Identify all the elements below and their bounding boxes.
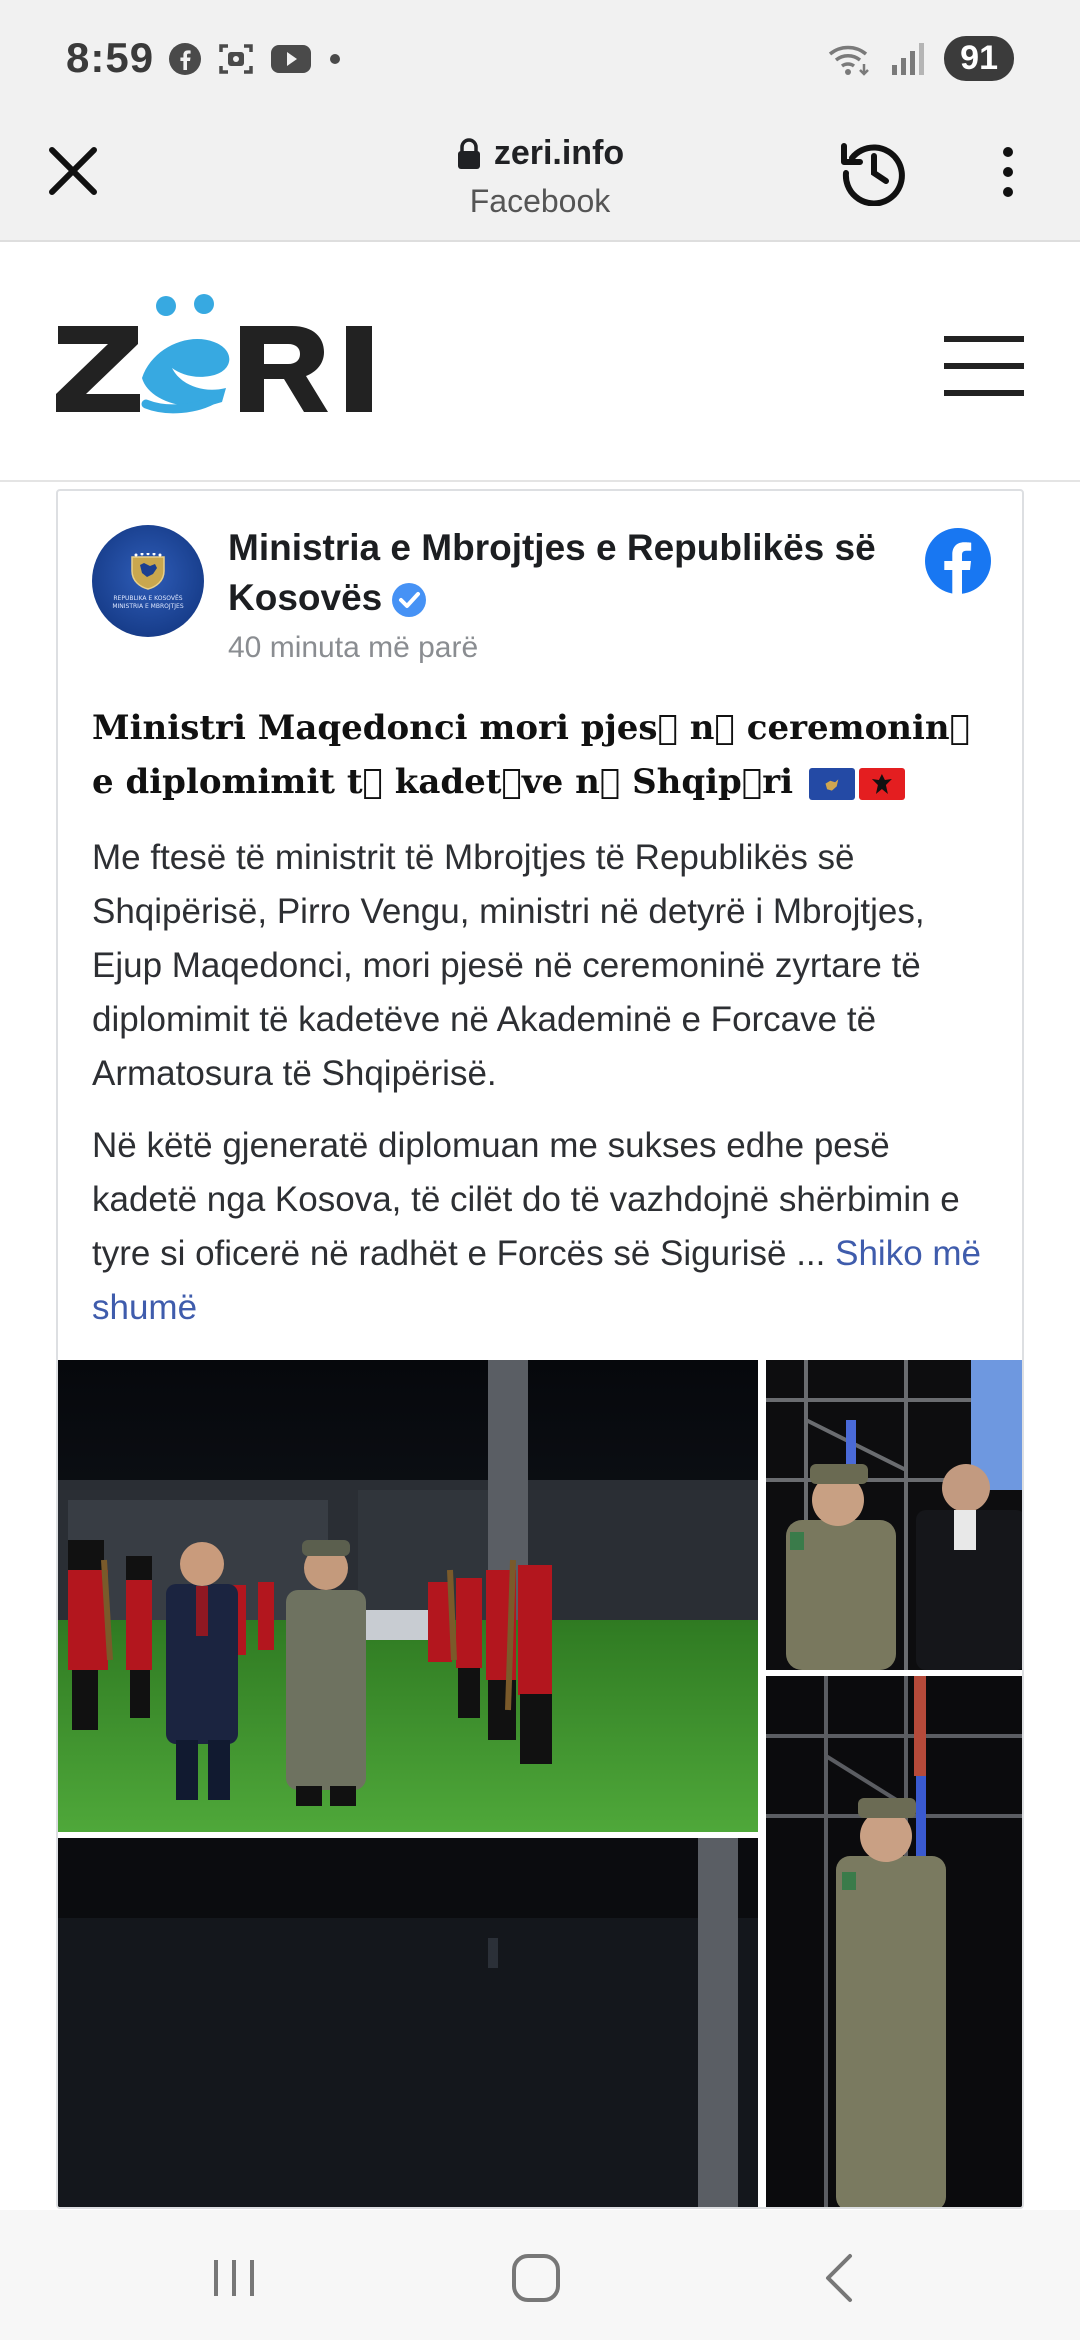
facebook-post-embed: REPUBLIKA E KOSOVËS MINISTRIA E MBROJTJE…	[56, 489, 1024, 2209]
post-photo-3[interactable]	[766, 1676, 1022, 2207]
albania-flag-icon	[858, 768, 905, 800]
post-time[interactable]: 40 minuta më parë	[228, 631, 478, 665]
officer-photo	[766, 1360, 1022, 1670]
notification-icons	[168, 42, 342, 76]
home-icon[interactable]	[506, 2248, 566, 2308]
url-area[interactable]: zeri.info Facebook	[300, 126, 780, 220]
status-time: 8:59	[66, 34, 155, 81]
facebook-icon	[169, 43, 201, 75]
signal-icon	[892, 42, 925, 75]
verified-badge-icon	[392, 583, 427, 618]
night-photo	[58, 1838, 758, 2207]
page-avatar[interactable]: REPUBLIKA E KOSOVËS MINISTRIA E MBROJTJE…	[92, 525, 204, 637]
post-title: Ministri Maqedonci mori pjes⃞ n⃞ ceremon…	[92, 708, 971, 802]
ceremony-photo	[58, 1360, 758, 1832]
kosovo-flag-icon	[808, 768, 855, 800]
wifi-icon	[829, 45, 870, 76]
battery-indicator: 91	[944, 36, 1014, 81]
screenshot-icon	[219, 44, 253, 74]
avatar-caption: REPUBLIKA E KOSOVËS MINISTRIA E MBROJTJE…	[112, 595, 184, 610]
page-name[interactable]: Ministria e Mbrojtjes e Republikës së Ko…	[228, 523, 928, 623]
lock-icon	[457, 137, 480, 169]
url-source: Facebook	[469, 183, 611, 219]
post-photo-main[interactable]	[58, 1360, 758, 1832]
more-vertical-icon[interactable]	[990, 144, 1026, 200]
coat-of-arms-icon	[131, 553, 165, 590]
post-paragraph-1: Me ftesë të ministrit të Mbrojtjes të Re…	[92, 838, 925, 1093]
dot-icon	[330, 54, 340, 64]
close-icon[interactable]	[44, 142, 102, 200]
post-photo-2[interactable]	[766, 1360, 1022, 1670]
officer-photo-2	[766, 1676, 1022, 2207]
menu-icon[interactable]	[944, 336, 1024, 396]
history-icon[interactable]	[838, 136, 908, 206]
system-icons: 91	[826, 36, 1014, 81]
system-nav-bar	[0, 2210, 1080, 2340]
url-domain: zeri.info	[493, 134, 625, 172]
site-header	[0, 242, 1080, 482]
zeri-logo[interactable]	[54, 292, 394, 422]
back-icon[interactable]	[810, 2248, 870, 2308]
browser-toolbar: zeri.info Facebook	[0, 120, 1080, 242]
youtube-icon	[271, 45, 311, 73]
facebook-logo-icon[interactable]	[924, 527, 992, 595]
post-paragraph-2: Në këtë gjeneratë diplomuan me sukses ed…	[92, 1126, 982, 1327]
post-photo-4[interactable]	[58, 1838, 758, 2207]
status-bar: 8:59 91	[0, 0, 1080, 120]
recent-apps-icon[interactable]	[204, 2248, 264, 2308]
